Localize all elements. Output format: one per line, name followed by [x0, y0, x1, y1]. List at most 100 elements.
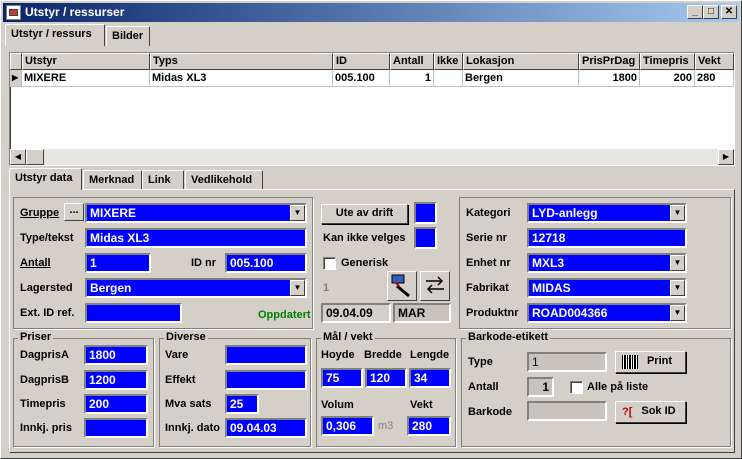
- kan-ikke-velges-label: Kan ikke velges: [323, 232, 406, 244]
- tab-bilder[interactable]: Bilder: [106, 26, 150, 46]
- lengde-field[interactable]: 34: [409, 368, 451, 388]
- cell-timepris: 200: [640, 70, 695, 87]
- effekt-field[interactable]: [225, 370, 307, 390]
- alle-pa-liste-checkbox[interactable]: [570, 381, 583, 394]
- print-button[interactable]: Print: [615, 351, 686, 373]
- scroll-left-icon[interactable]: ◀: [10, 149, 26, 165]
- volum-label: Volum: [321, 399, 354, 411]
- sok-id-button-label: Sok ID: [641, 405, 676, 417]
- col-header-id[interactable]: ID: [333, 53, 390, 70]
- serienr-field[interactable]: 12718: [527, 228, 687, 248]
- minimize-button[interactable]: _: [687, 5, 703, 19]
- cell-vekt: 280: [695, 70, 734, 87]
- print-button-label: Print: [646, 355, 673, 367]
- col-header-prisprdag[interactable]: PrisPrDag: [579, 53, 640, 70]
- barkode-type-field[interactable]: 1: [527, 352, 607, 372]
- dagprisA-field[interactable]: 1800: [84, 345, 148, 365]
- scroll-right-icon[interactable]: ▶: [718, 149, 734, 165]
- ute-av-drift-indicator[interactable]: [414, 202, 437, 224]
- cell-lokasjon: Bergen: [463, 70, 579, 87]
- maximize-button[interactable]: □: [703, 5, 719, 19]
- antall-field[interactable]: 1: [85, 253, 151, 273]
- timepris-field[interactable]: 200: [84, 394, 148, 414]
- typetekst-field[interactable]: Midas XL3: [85, 228, 307, 248]
- tab-label: Bilder: [112, 30, 144, 42]
- dagprisB-field[interactable]: 1200: [84, 370, 148, 390]
- hoyde-label: Hoyde: [321, 349, 355, 361]
- col-header-antall[interactable]: Antall: [390, 53, 434, 70]
- generisk-checkbox[interactable]: [323, 257, 336, 270]
- kategori-select[interactable]: LYD-anlegg ▼: [527, 203, 687, 223]
- window-title: Utstyr / ressurser: [25, 5, 125, 19]
- transfer-icon[interactable]: [420, 271, 450, 301]
- chevron-down-icon[interactable]: ▼: [670, 305, 685, 321]
- mal-vekt-title: Mål / vekt: [321, 331, 375, 343]
- grid-corner: [10, 53, 22, 70]
- lagersted-select[interactable]: Bergen ▼: [85, 278, 307, 298]
- close-button[interactable]: ✕: [721, 5, 737, 19]
- equipment-grid[interactable]: Utstyr Typs ID Antall Ikke Lokasjon Pris…: [9, 52, 735, 166]
- gruppe-select[interactable]: MIXERE ▼: [85, 203, 307, 223]
- hoyde-field[interactable]: 75: [321, 368, 363, 388]
- main-window: Utstyr / ressurser _ □ ✕ Utstyr / ressur…: [0, 0, 742, 459]
- ute-av-drift-button[interactable]: Ute av drift: [321, 204, 408, 224]
- tab-utstyr-ressurs[interactable]: Utstyr / ressurs: [5, 24, 105, 46]
- col-header-ikke[interactable]: Ikke: [434, 53, 463, 70]
- extid-label: Ext. ID ref.: [20, 307, 75, 319]
- fabrikat-label: Fabrikat: [466, 282, 509, 294]
- bredde-field[interactable]: 120: [365, 368, 407, 388]
- barkode-label: Barkode: [468, 406, 513, 418]
- tab-label: Utstyr data: [15, 172, 73, 184]
- horizontal-scrollbar[interactable]: ◀ ▶: [10, 149, 734, 165]
- vekt-field[interactable]: 280: [407, 416, 451, 436]
- chevron-down-icon[interactable]: ▼: [670, 205, 685, 221]
- barkode-title: Barkode-etikett: [466, 331, 551, 343]
- col-header-typs[interactable]: Typs: [150, 53, 333, 70]
- oppdatert-user-field: MAR: [393, 303, 451, 323]
- enhetnr-value: MXL3: [532, 256, 565, 270]
- innkjdato-label: Innkj. dato: [165, 422, 220, 434]
- tab-utstyr-data[interactable]: Utstyr data: [9, 168, 82, 190]
- scroll-thumb[interactable]: [26, 149, 44, 165]
- fabrikat-select[interactable]: MIDAS ▼: [527, 278, 687, 298]
- enhetnr-select[interactable]: MXL3 ▼: [527, 253, 687, 273]
- barkode-field[interactable]: [527, 401, 607, 421]
- tab-label: Vedlikehold: [191, 174, 253, 186]
- oppdatert-label: Oppdatert: [258, 309, 311, 321]
- volum-field[interactable]: 0,306: [321, 416, 374, 436]
- mvasats-field[interactable]: 25: [225, 394, 259, 414]
- table-row[interactable]: ▶ MIXERE Midas XL3 005.100 1 Bergen 1800…: [10, 70, 734, 87]
- vare-field[interactable]: [225, 345, 307, 365]
- col-header-lokasjon[interactable]: Lokasjon: [463, 53, 579, 70]
- cell-prisprdag: 1800: [579, 70, 640, 87]
- chevron-down-icon[interactable]: ▼: [670, 280, 685, 296]
- cell-id: 005.100: [333, 70, 390, 87]
- barkode-antall-field[interactable]: 1: [527, 377, 554, 397]
- idnr-field[interactable]: 005.100: [225, 253, 307, 273]
- diverse-title: Diverse: [164, 331, 208, 343]
- tab-merknad[interactable]: Merknad: [83, 170, 142, 190]
- dagprisB-label: DagprisB: [20, 374, 69, 386]
- title-bar[interactable]: Utstyr / ressurser _ □ ✕: [3, 3, 739, 22]
- wrench-icon[interactable]: [387, 271, 417, 301]
- extid-field[interactable]: [85, 303, 182, 323]
- col-header-vekt[interactable]: Vekt: [695, 53, 734, 70]
- col-header-utstyr[interactable]: Utstyr: [22, 53, 150, 70]
- sok-id-button[interactable]: ?[ Sok ID: [615, 401, 686, 423]
- innkjdato-field[interactable]: 09.04.03: [225, 418, 307, 438]
- produktnr-select[interactable]: ROAD004366 ▼: [527, 303, 687, 323]
- tab-link[interactable]: Link: [142, 170, 184, 190]
- gruppe-browse-button[interactable]: ...: [64, 203, 84, 221]
- barkode-type-label: Type: [468, 356, 493, 368]
- kan-ikke-velges-indicator[interactable]: [414, 227, 437, 249]
- chevron-down-icon[interactable]: ▼: [670, 255, 685, 271]
- col-header-timepris[interactable]: Timepris: [640, 53, 695, 70]
- cell-utstyr: MIXERE: [22, 70, 150, 87]
- tab-vedlikehold[interactable]: Vedlikehold: [185, 170, 263, 190]
- chevron-down-icon[interactable]: ▼: [290, 280, 305, 296]
- barkode-antall-label: Antall: [468, 381, 499, 393]
- chevron-down-icon[interactable]: ▼: [290, 205, 305, 221]
- innkjpris-field[interactable]: [84, 418, 148, 438]
- priser-title: Priser: [18, 331, 54, 343]
- innkjpris-label: Innkj. pris: [20, 422, 72, 434]
